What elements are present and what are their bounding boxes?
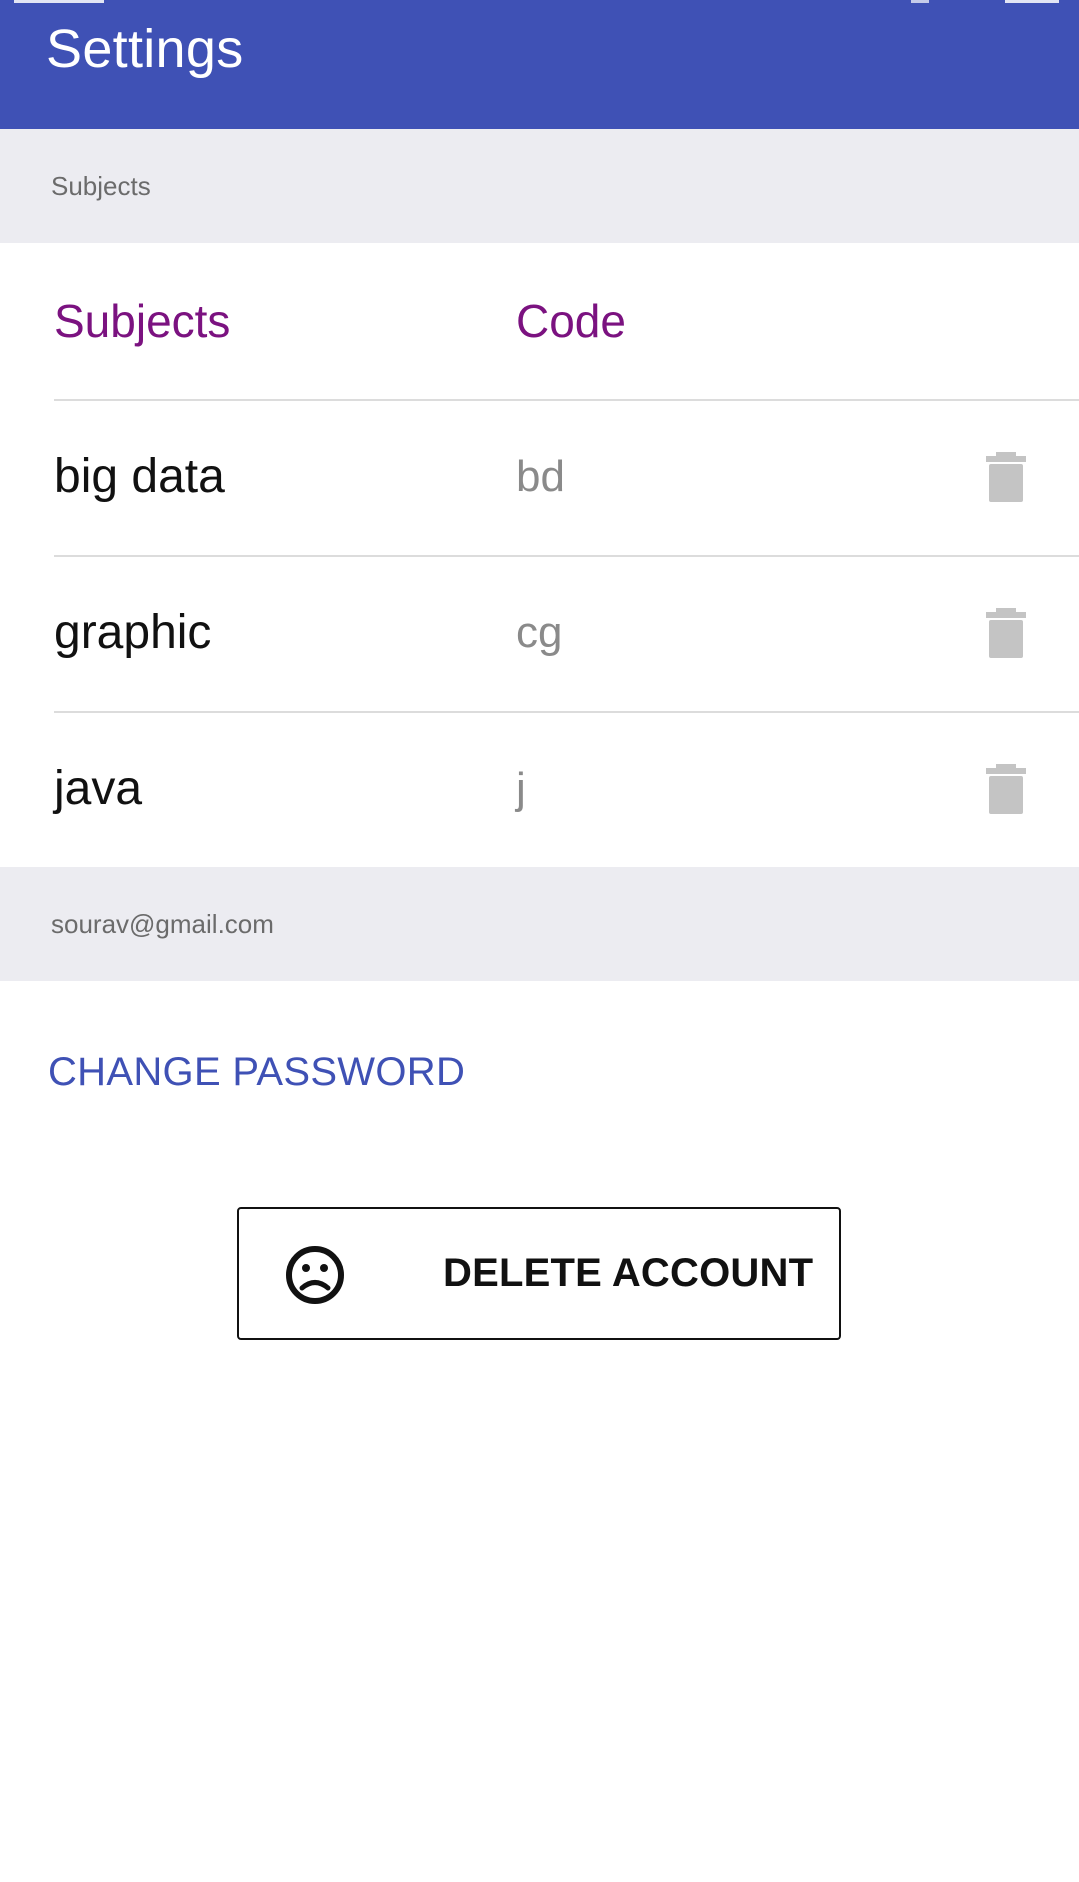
table-row: graphic cg xyxy=(0,555,1079,711)
column-header-subjects: Subjects xyxy=(54,295,231,347)
change-password-button[interactable]: CHANGE PASSWORD xyxy=(48,1050,465,1095)
account-email-label: sourav@gmail.com xyxy=(51,909,274,939)
status-bar-signal-fragment xyxy=(14,0,104,3)
subjects-section-label: Subjects xyxy=(51,171,151,201)
app-bar: Settings xyxy=(0,0,1079,129)
table-row: java j xyxy=(0,711,1079,867)
trash-icon[interactable] xyxy=(982,452,1030,502)
subject-name: graphic xyxy=(54,606,212,659)
status-bar-icon-fragment xyxy=(911,0,929,3)
subject-code: bd xyxy=(516,452,565,501)
page-title: Settings xyxy=(46,19,244,79)
delete-account-button[interactable]: DELETE ACCOUNT xyxy=(237,1207,841,1340)
delete-account-label: DELETE ACCOUNT xyxy=(443,1251,814,1295)
row-divider xyxy=(54,711,1079,713)
subject-code: cg xyxy=(516,608,563,657)
status-bar-battery-fragment xyxy=(1005,0,1059,3)
trash-icon[interactable] xyxy=(982,764,1030,814)
table-header-row: Subjects Code xyxy=(0,243,1079,399)
subject-name: big data xyxy=(54,450,225,503)
trash-icon[interactable] xyxy=(982,608,1030,658)
subjects-table: Subjects Code big data bd graphic cg jav… xyxy=(0,243,1079,867)
table-row: big data bd xyxy=(0,399,1079,555)
column-header-code: Code xyxy=(516,295,626,347)
subjects-section-header: Subjects xyxy=(0,129,1079,243)
account-section-header: sourav@gmail.com xyxy=(0,867,1079,981)
subject-code: j xyxy=(516,764,526,813)
sad-face-icon xyxy=(286,1246,344,1304)
subject-name: java xyxy=(54,762,143,815)
